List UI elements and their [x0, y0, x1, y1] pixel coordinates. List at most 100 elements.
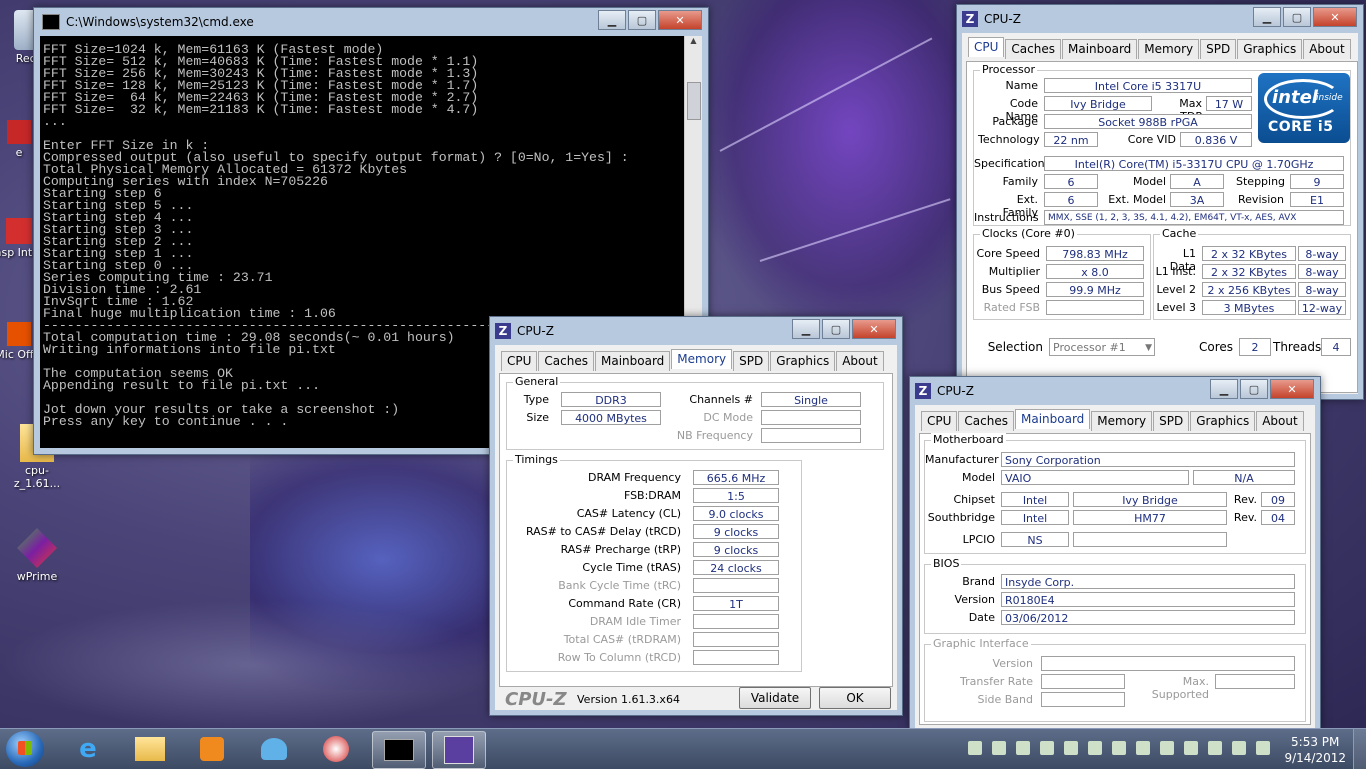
start-button[interactable] [6, 731, 44, 767]
validate-button[interactable]: Validate [739, 687, 811, 709]
taskbar-media-player[interactable] [186, 731, 238, 767]
timing-label: Command Rate (CR) [568, 597, 681, 610]
cpuz-body: CPU Caches Mainboard Memory SPD Graphics… [915, 405, 1315, 729]
timing-label: Total CAS# (tRDRAM) [563, 633, 681, 646]
timing-value: 9 clocks [693, 524, 779, 539]
ok-button[interactable]: OK [819, 687, 891, 709]
timing-value [693, 614, 779, 629]
tab-spd[interactable]: SPD [1153, 411, 1190, 431]
taskbar-ie[interactable]: e [62, 731, 114, 767]
processor-select[interactable]: Processor #1 ▼ [1049, 338, 1155, 356]
tab-memory[interactable]: Memory [1091, 411, 1153, 431]
tab-about[interactable]: About [836, 351, 884, 371]
timing-label: Row To Column (tRCD) [557, 651, 681, 664]
battery-icon[interactable] [1064, 741, 1078, 755]
close-button[interactable]: ✕ [852, 319, 896, 339]
tab-spd[interactable]: SPD [733, 351, 770, 371]
bluetooth-icon[interactable] [1160, 741, 1174, 755]
volume-icon[interactable] [1256, 741, 1270, 755]
general-group: General Type DDR3 Size 4000 MBytes Chann… [506, 375, 884, 450]
window-title: CPU-Z [984, 12, 1021, 26]
show-desktop-button[interactable] [1353, 729, 1366, 769]
tab-mainboard[interactable]: Mainboard [1014, 409, 1091, 429]
internet-explorer-icon: e [79, 734, 97, 764]
sync-icon[interactable] [1112, 741, 1126, 755]
app-icon [323, 736, 349, 762]
tab-graphics[interactable]: Graphics [1237, 39, 1303, 59]
timing-value: 24 clocks [693, 560, 779, 575]
clock[interactable]: 5:53 PM 9/14/2012 [1284, 734, 1346, 766]
tab-cpu[interactable]: CPU [921, 411, 958, 431]
usb-icon[interactable] [1184, 741, 1198, 755]
timing-label: Cycle Time (tRAS) [582, 561, 681, 574]
processor-group: Processor Name Intel Core i5 3317U Code … [973, 63, 1351, 226]
timing-label: FSB:DRAM [623, 489, 681, 502]
network-icon[interactable] [968, 741, 982, 755]
scroll-up-icon[interactable]: ▲ [685, 36, 702, 50]
tab-cpu[interactable]: CPU [968, 37, 1005, 57]
power-icon[interactable] [1208, 741, 1222, 755]
taskbar-cpuz[interactable] [432, 731, 486, 769]
folder-icon [135, 737, 165, 761]
system-tray [968, 741, 1280, 755]
tab-graphics[interactable]: Graphics [1190, 411, 1256, 431]
shield-icon[interactable] [1136, 741, 1150, 755]
minimize-button[interactable]: ▁ [1210, 379, 1238, 399]
cmd-titlebar[interactable]: C:\Windows\system32\cmd.exe ▁ ▢ ✕ [34, 8, 708, 36]
taskbar-cmd[interactable] [372, 731, 426, 769]
maximize-button[interactable]: ▢ [1240, 379, 1268, 399]
signal-icon[interactable] [1232, 741, 1246, 755]
minimize-icon: ▁ [1219, 382, 1229, 396]
console-line: Press any key to continue . . . [43, 414, 289, 429]
monitor-icon[interactable] [1040, 741, 1054, 755]
chevron-down-icon[interactable]: ▼ [1145, 339, 1152, 355]
maximize-button[interactable]: ▢ [628, 10, 656, 30]
tab-about[interactable]: About [1303, 39, 1351, 59]
tab-memory[interactable]: Memory [1138, 39, 1200, 59]
tab-about[interactable]: About [1256, 411, 1304, 431]
tab-caches[interactable]: Caches [958, 411, 1014, 431]
tab-bar: CPU Caches Mainboard Memory SPD Graphics… [495, 345, 897, 371]
cpuz-body: CPU Caches Mainboard Memory SPD Graphics… [962, 33, 1358, 394]
wprime-icon [17, 528, 57, 568]
tray-app-icon[interactable] [1088, 741, 1102, 755]
taskbar-explorer[interactable] [124, 731, 176, 767]
minimize-button[interactable]: ▁ [598, 10, 626, 30]
wallpaper-swirl [700, 0, 1000, 330]
cpuz-titlebar[interactable]: Z CPU-Z ▁ ▢ ✕ [910, 377, 1320, 405]
minimize-button[interactable]: ▁ [792, 319, 820, 339]
graphic-interface-group: Graphic Interface Version Transfer Rate … [924, 637, 1306, 722]
tab-caches[interactable]: Caches [1005, 39, 1061, 59]
maximize-button[interactable]: ▢ [822, 319, 850, 339]
cmd-icon [42, 14, 60, 30]
close-button[interactable]: ✕ [1270, 379, 1314, 399]
maximize-icon: ▢ [636, 13, 648, 27]
maximize-button[interactable]: ▢ [1283, 7, 1311, 27]
timing-label: RAS# Precharge (tRP) [560, 543, 681, 556]
tab-memory[interactable]: Memory [671, 349, 733, 369]
motherboard-group: Motherboard Manufacturer Sony Corporatio… [924, 433, 1306, 554]
flag-icon[interactable] [1016, 741, 1030, 755]
tab-cpu[interactable]: CPU [501, 351, 538, 371]
cpuz-titlebar[interactable]: Z CPU-Z ▁ ▢ ✕ [490, 317, 902, 345]
desktop-icon-wprime[interactable]: wPrime [2, 528, 72, 583]
tab-graphics[interactable]: Graphics [770, 351, 836, 371]
close-icon: ✕ [869, 322, 879, 336]
taskbar-users[interactable] [248, 731, 300, 767]
cpu-panel: Processor Name Intel Core i5 3317U Code … [966, 61, 1358, 393]
scroll-thumb[interactable] [687, 82, 701, 120]
tab-mainboard[interactable]: Mainboard [1061, 39, 1138, 59]
timing-label: CAS# Latency (CL) [576, 507, 681, 520]
cpuz-titlebar[interactable]: Z CPU-Z ▁ ▢ ✕ [957, 5, 1363, 33]
tray-app-icon[interactable] [992, 741, 1006, 755]
tab-mainboard[interactable]: Mainboard [594, 351, 671, 371]
tab-caches[interactable]: Caches [538, 351, 594, 371]
close-button[interactable]: ✕ [658, 10, 702, 30]
taskbar-app[interactable] [310, 731, 362, 767]
minimize-button[interactable]: ▁ [1253, 7, 1281, 27]
tab-spd[interactable]: SPD [1200, 39, 1237, 59]
gi-sideband-field [1041, 692, 1125, 707]
close-button[interactable]: ✕ [1313, 7, 1357, 27]
cpuz-memory-window: Z CPU-Z ▁ ▢ ✕ CPU Caches Mainboard Memor… [489, 316, 903, 716]
timing-label: DRAM Frequency [587, 471, 681, 484]
